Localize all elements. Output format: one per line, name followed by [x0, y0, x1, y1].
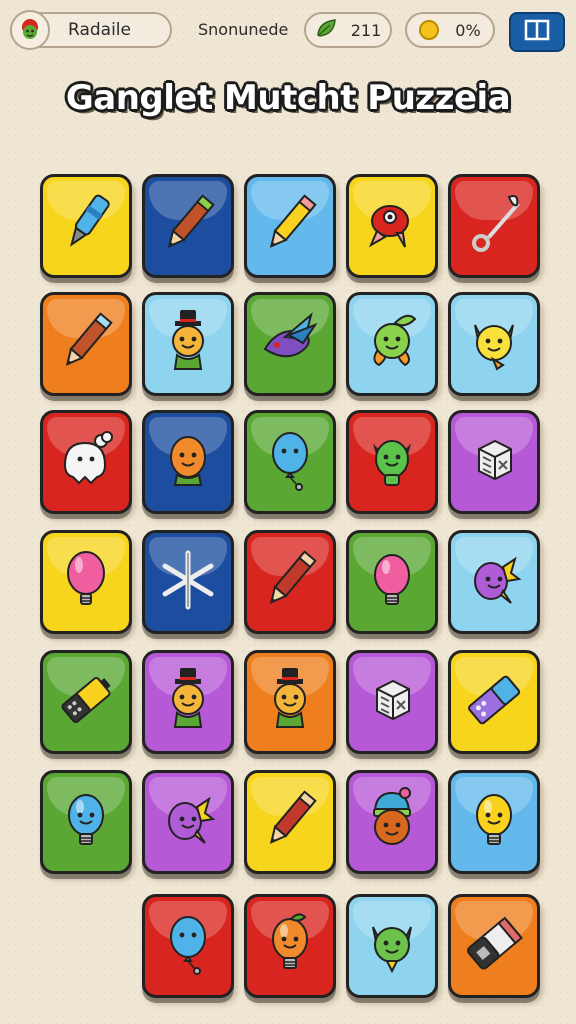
tile[interactable]: [346, 292, 438, 396]
blue-bird-icon: [255, 307, 325, 381]
tile[interactable]: [142, 292, 234, 396]
tile[interactable]: [448, 174, 540, 278]
tile[interactable]: [244, 770, 336, 874]
tile[interactable]: [244, 530, 336, 634]
purple-phone-icon: [459, 665, 529, 739]
tile[interactable]: [448, 292, 540, 396]
hat-man-icon: [255, 665, 325, 739]
tile[interactable]: [448, 894, 540, 998]
tile[interactable]: [244, 292, 336, 396]
eraser-icon: [459, 909, 529, 983]
tile[interactable]: [448, 770, 540, 874]
tile[interactable]: [244, 650, 336, 754]
brush-hook-icon: [459, 189, 529, 263]
purple-creature-icon: [153, 785, 223, 859]
tile[interactable]: [40, 530, 132, 634]
tile[interactable]: [40, 770, 132, 874]
tile[interactable]: [142, 650, 234, 754]
white-box-icon: [357, 665, 427, 739]
green-cat-icon: [357, 909, 427, 983]
white-box-icon: [459, 425, 529, 499]
yellow-cat-icon: [459, 307, 529, 381]
tile[interactable]: [244, 174, 336, 278]
blue-balloon-icon: [153, 909, 223, 983]
blue-pen-icon: [51, 189, 121, 263]
tile[interactable]: [448, 530, 540, 634]
carrot-pencil-icon: [153, 189, 223, 263]
tile[interactable]: [346, 530, 438, 634]
tile[interactable]: [244, 894, 336, 998]
orange-face-icon: [153, 425, 223, 499]
tile[interactable]: [346, 650, 438, 754]
white-ghost-icon: [51, 425, 121, 499]
green-alien-icon: [357, 425, 427, 499]
tile[interactable]: [346, 770, 438, 874]
tile[interactable]: [142, 174, 234, 278]
battery-icon: [51, 665, 121, 739]
pink-bulb-icon: [357, 545, 427, 619]
red-pencil-icon: [255, 785, 325, 859]
tile[interactable]: [448, 410, 540, 514]
puzzle-board: [0, 0, 576, 1024]
yellow-bulb-icon: [459, 785, 529, 859]
tile[interactable]: [40, 174, 132, 278]
tile[interactable]: [346, 174, 438, 278]
tile[interactable]: [40, 410, 132, 514]
tile[interactable]: [142, 530, 234, 634]
tile[interactable]: [40, 650, 132, 754]
pink-balloon-icon: [51, 545, 121, 619]
tile[interactable]: [346, 894, 438, 998]
tile[interactable]: [142, 410, 234, 514]
snowflake-icon: [153, 545, 223, 619]
tile[interactable]: [142, 770, 234, 874]
yellow-pencil-icon: [255, 189, 325, 263]
tile[interactable]: [142, 894, 234, 998]
purple-creature-icon: [459, 545, 529, 619]
blue-bulb-icon: [51, 785, 121, 859]
beanie-kid-icon: [357, 785, 427, 859]
tile[interactable]: [346, 410, 438, 514]
tile[interactable]: [40, 292, 132, 396]
green-sprout-icon: [357, 307, 427, 381]
blue-balloon-icon: [255, 425, 325, 499]
orange-bulb-icon: [255, 909, 325, 983]
pencil-icon: [51, 307, 121, 381]
hat-man-icon: [153, 307, 223, 381]
tile[interactable]: [244, 410, 336, 514]
red-pencil-icon: [255, 545, 325, 619]
hat-man-icon: [153, 665, 223, 739]
red-fish-icon: [357, 189, 427, 263]
tile[interactable]: [448, 650, 540, 754]
